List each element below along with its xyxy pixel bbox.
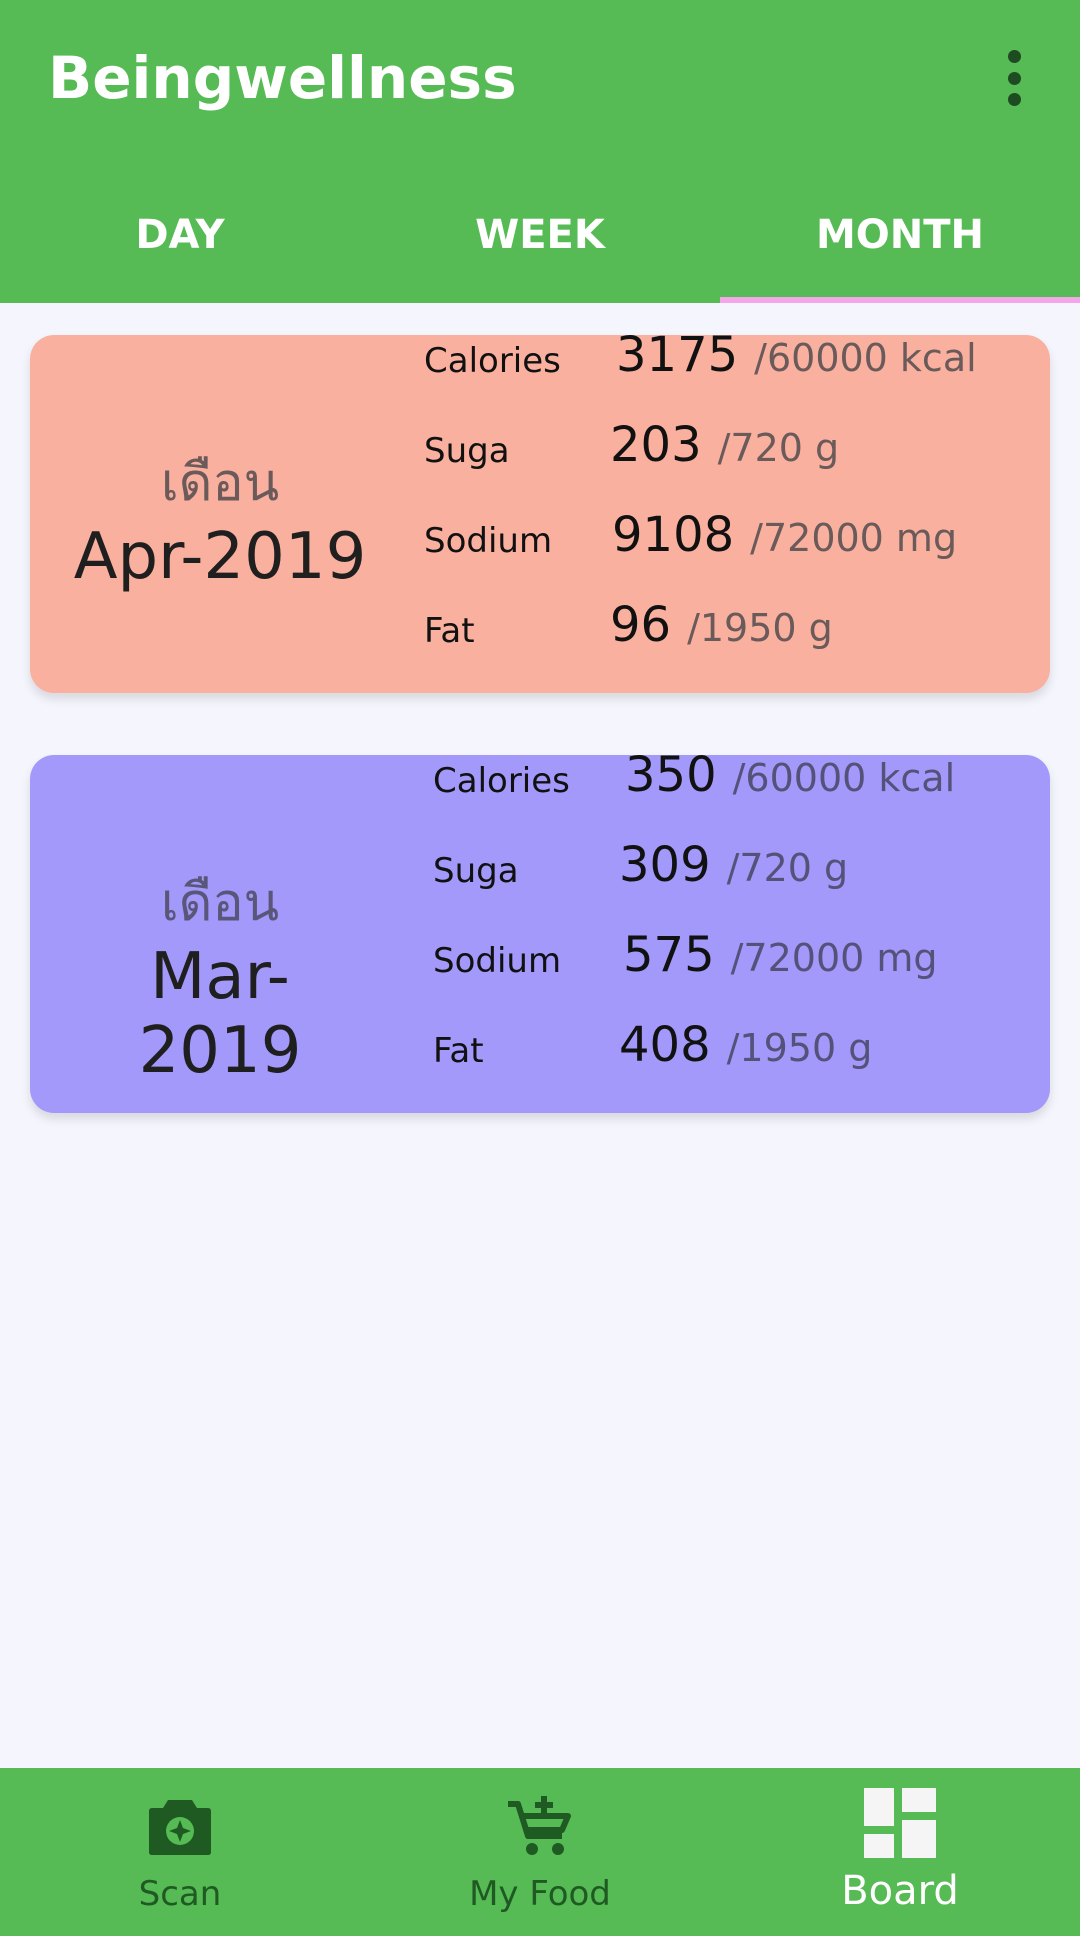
nutrient-value: 203: [610, 417, 702, 473]
nav-item-scan[interactable]: Scan: [0, 1768, 360, 1936]
nutrient-value-group: 3175/60000 kcal: [616, 327, 977, 383]
month-thai-label: เดือน: [160, 453, 280, 513]
month-card-mar-2019[interactable]: เดือน Mar-2019 Calories 350/60000 kcal S…: [30, 747, 1050, 1113]
nutrient-value-group: 9108/72000 mg: [612, 507, 957, 563]
nutrient-goal: /720 g: [726, 846, 849, 890]
tab-week[interactable]: WEEK: [360, 190, 720, 303]
nav-label-scan: Scan: [138, 1874, 222, 1914]
month-thai-label: เดือน: [160, 873, 280, 933]
app-bar: Beingwellness DAY WEEK MONTH: [0, 0, 1080, 303]
selected-tab-indicator: [720, 297, 1080, 303]
more-options-icon[interactable]: [996, 50, 1032, 106]
nutrient-value-group: 96/1950 g: [610, 597, 833, 653]
nutrient-value-group: 575/72000 mg: [623, 927, 938, 983]
nav-item-board[interactable]: Board: [720, 1768, 1080, 1936]
nutrient-value-group: 408/1950 g: [619, 1017, 872, 1073]
nutrient-value-group: 309/720 g: [619, 837, 848, 893]
month-heading: เดือน Apr-2019: [70, 335, 370, 693]
month-card-apr-2019[interactable]: เดือน Apr-2019 Calories 3175/60000 kcal …: [30, 327, 1050, 693]
nutrient-value: 350: [625, 747, 717, 803]
nutrient-goal: /1950 g: [687, 606, 833, 650]
nav-label-my-food: My Food: [469, 1874, 611, 1914]
add-cart-icon: [508, 1796, 571, 1855]
month-name: Apr-2019: [73, 520, 367, 594]
nutrient-label: Sodium: [424, 521, 553, 561]
dashboard-icon: [864, 1788, 936, 1858]
nutrient-goal: /72000 mg: [730, 936, 938, 980]
nutrient-label: Suga: [433, 851, 519, 891]
nutrient-value: 9108: [612, 507, 735, 563]
bottom-navigation: Scan My Food Board: [0, 1768, 1080, 1936]
nutrient-label: Suga: [424, 431, 510, 471]
nutrient-goal: /72000 mg: [750, 516, 958, 560]
nutrient-label: Calories: [433, 761, 570, 801]
tab-day[interactable]: DAY: [0, 190, 360, 303]
nutrient-value: 96: [610, 597, 672, 653]
nutrient-value-group: 350/60000 kcal: [625, 747, 955, 803]
nutrient-value: 575: [623, 927, 715, 983]
nutrient-label: Sodium: [433, 941, 562, 981]
nutrient-value: 408: [619, 1017, 711, 1073]
nutrient-label: Calories: [424, 341, 561, 381]
tab-month[interactable]: MONTH: [720, 190, 1080, 303]
month-name: Mar-2019: [138, 940, 302, 1088]
period-tabs: DAY WEEK MONTH: [0, 190, 1080, 303]
app-title: Beingwellness: [48, 44, 517, 112]
month-heading: เดือน Mar-2019: [70, 755, 370, 1113]
nav-label-board: Board: [841, 1868, 959, 1914]
nutrient-label: Fat: [433, 1031, 484, 1071]
nutrient-value: 3175: [616, 327, 739, 383]
nav-item-my-food[interactable]: My Food: [360, 1768, 720, 1936]
nutrient-label: Fat: [424, 611, 475, 651]
nutrient-value-group: 203/720 g: [610, 417, 839, 473]
nutrient-goal: /60000 kcal: [732, 756, 956, 800]
camera-icon: [149, 1800, 211, 1855]
nutrient-goal: /60000 kcal: [754, 336, 977, 380]
nutrient-goal: /720 g: [717, 426, 840, 470]
nutrient-goal: /1950 g: [726, 1026, 873, 1070]
nutrient-value: 309: [619, 837, 711, 893]
